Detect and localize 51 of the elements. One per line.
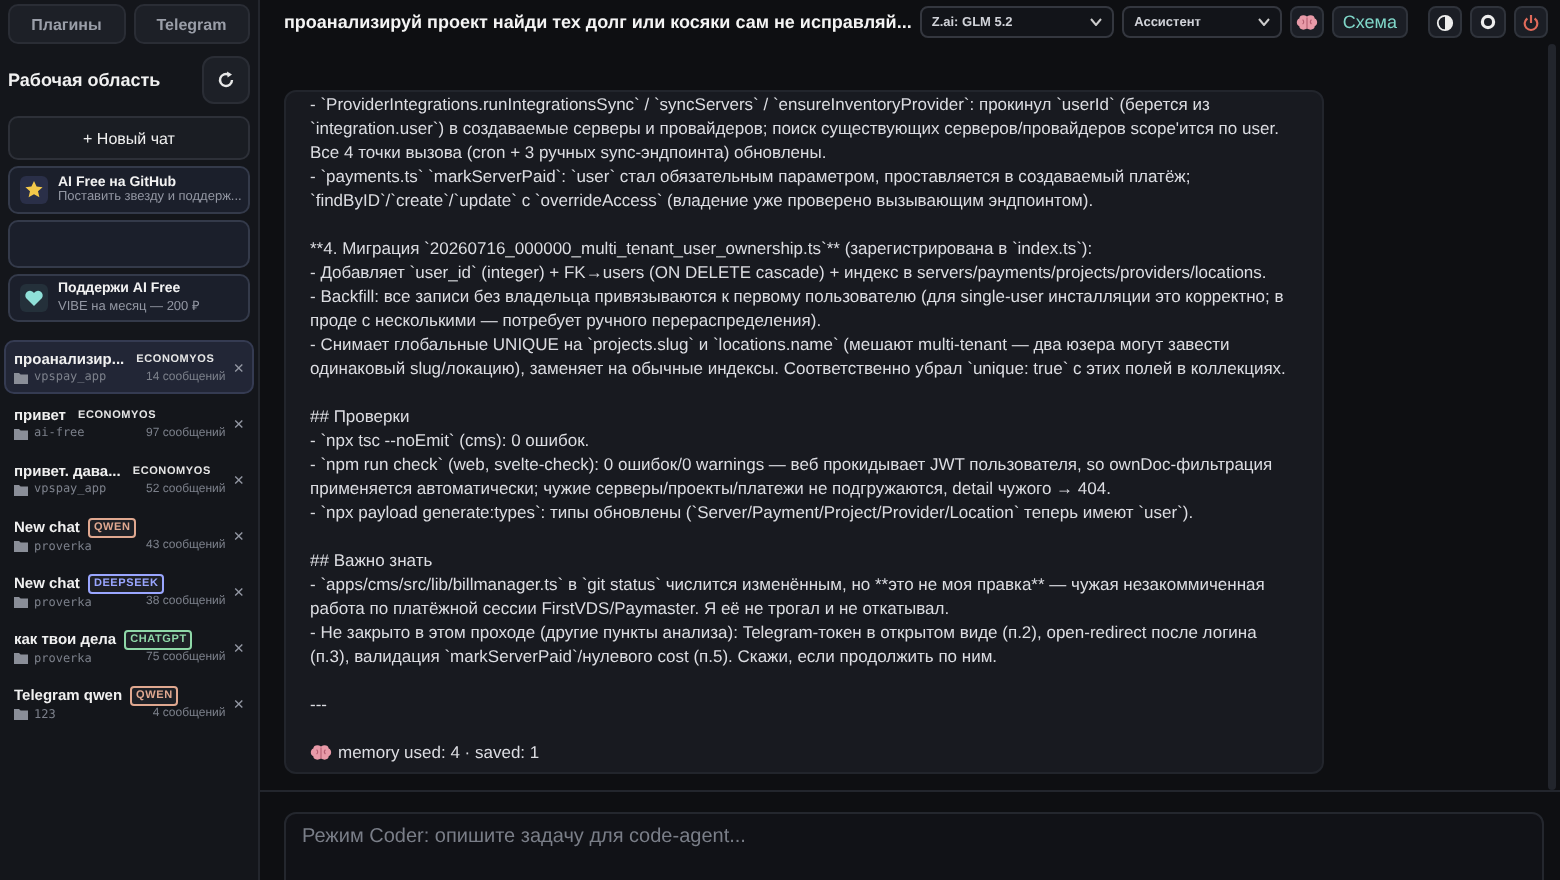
close-button[interactable]: × xyxy=(233,413,244,433)
settings-icon xyxy=(1479,14,1496,30)
message-text: - Добавляет `user_id` (integer) + FK→users (ON DELETE cascade) + индекс в servers/payments/projects/providers/locations. xyxy=(310,260,1269,284)
message-text: - `payments.ts` `markServerPaid`: `user` стал обязательным параметром, проставляется в создаваемый платёж; `findByID`/`create`/`update` с `overrideAccess` (владение уже проверено вызывающим эндпоинтом). xyxy=(310,164,1193,212)
chevron-icon xyxy=(1257,18,1270,26)
theme-button[interactable] xyxy=(1427,6,1463,38)
message-text: - Не закрыто в этом проходе (другие пункты анализа): Telegram-токен в открытом виде (п.2), open-redirect после логина (п.3), валидация `markServerPaid`/нулевого cost (п.5). Скажи, если продолжить по ним. xyxy=(310,620,1259,668)
folder-icon xyxy=(14,708,28,720)
contrast-icon xyxy=(1435,13,1454,31)
message-text: ## Важно знать xyxy=(310,548,435,572)
folder-icon xyxy=(14,483,28,495)
message-text: --- xyxy=(310,692,329,716)
sidebar-tab-button[interactable]: Telegram xyxy=(133,4,250,44)
memory-button[interactable] xyxy=(1289,6,1325,38)
message-text: ## Проверки xyxy=(310,404,412,428)
workspace-title: Рабочая область xyxy=(8,70,161,90)
message-text: - `npx payload generate:types`: типы обновлены (`Server/Payment/Project/Provider/Location` теперь имеют `user`). xyxy=(310,500,1196,524)
folder-icon xyxy=(14,427,28,439)
folder-icon xyxy=(14,652,28,664)
refresh-button[interactable] xyxy=(202,56,250,104)
settings-button[interactable] xyxy=(1470,6,1506,38)
close-button[interactable]: × xyxy=(233,581,244,601)
close-button[interactable]: × xyxy=(233,693,244,713)
chevron-icon xyxy=(1090,18,1103,26)
message-text: **4. Миграция `20260716_000000_multi_tenant_user_ownership.ts`** (зарегистрирована в `index.ts`): xyxy=(310,236,1095,260)
message-text: - `apps/cms/src/lib/billmanager.ts` в `git status` числится изменённым, но **это не моя правка** — чужая незакоммиченная работа по платёжной сессии FirstVDS/Paymaster. Я её не трогал и не откатывал. xyxy=(310,572,1267,620)
brain-icon xyxy=(310,743,332,761)
close-button[interactable]: × xyxy=(233,469,244,489)
power-icon xyxy=(1521,13,1540,31)
close-button[interactable]: × xyxy=(233,637,244,657)
message-text: - `ProviderIntegrations.runIntegrationsSync` / `syncServers` / `ensureInventoryProvider`: прокинул `userId` (берется из `integration.user`) в создаваемые серверы и провайдеров; поиск существующих серверов/провайдеров scope'ится по user. Все 4 точки вызова (cron + 3 ручных sync-эндпоинта) обновлены. xyxy=(310,92,1281,164)
folder-icon xyxy=(14,540,28,552)
power-button[interactable] xyxy=(1513,6,1549,38)
heart-icon xyxy=(20,284,48,312)
new-chat-button[interactable]: + Новый чат xyxy=(8,116,250,160)
refresh-icon xyxy=(216,70,236,90)
memory-status: memory used: 4 · saved: 1 xyxy=(338,740,540,764)
schema-button[interactable]: Схема xyxy=(1332,6,1408,38)
message-text: - Снимает глобальные UNIQUE на `projects.slug` и `locations.name` (мешают multi-tenant — два юзера могут завести одинаковый slug/локацию), заменяет на обычные индексы. Соответственно убрал `unique: true` с этих полей в коллекциях. xyxy=(310,332,1288,380)
message-text: - `npx tsc --noEmit` (cms): 0 ошибок. xyxy=(310,428,592,452)
close-button[interactable]: × xyxy=(233,357,244,377)
star-icon xyxy=(20,176,48,204)
folder-icon xyxy=(14,596,28,608)
chat-title-heading: проанализируй проект найди тех долг или косяки сам не исправляй... xyxy=(284,12,912,32)
brain-icon xyxy=(1296,13,1319,31)
sidebar-tab-button[interactable]: Плагины xyxy=(8,4,125,44)
close-button[interactable]: × xyxy=(233,525,244,545)
message-text: - `npm run check` (web, svelte-check): 0 ошибок/0 warnings — веб прокидывает JWT пользователя, so ownDoc-фильтрация применяется автоматически; чужие серверы/проекты/платежи не подгружаются, detail чужого → 404. xyxy=(310,452,1275,500)
message-text: - Backfill: все записи без владельца привязываются к первому пользователю (для single-user инсталляции это корректно; в проде с несколькими — потребует ручного перераспределения). xyxy=(310,284,1286,332)
message-input[interactable]: Режим Coder: опишите задачу для code-agent... xyxy=(284,812,1544,880)
folder-icon xyxy=(14,371,28,383)
